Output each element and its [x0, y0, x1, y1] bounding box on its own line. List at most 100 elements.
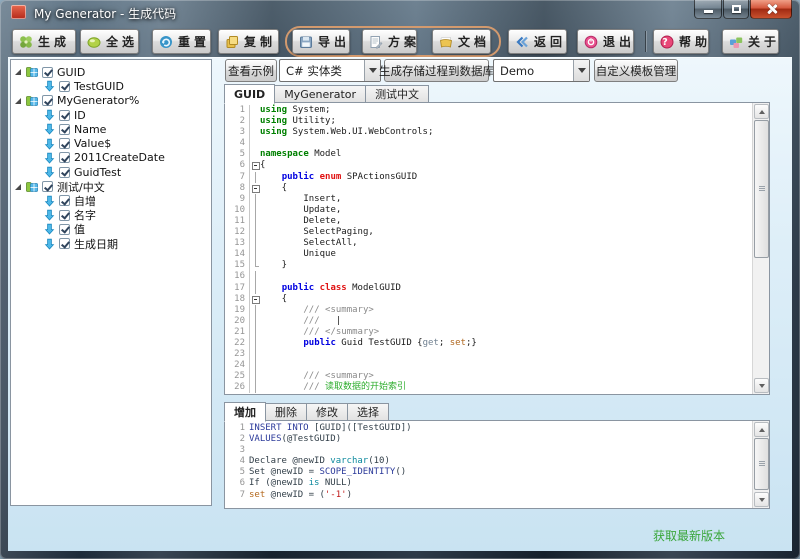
tree-item-field[interactable]: 名字 [11, 208, 211, 222]
tree-item-field[interactable]: 生成日期 [11, 237, 211, 251]
title-bar[interactable]: My Generator - 生成代码 [0, 0, 800, 26]
tab-main[interactable]: 测试中文 [365, 85, 429, 103]
scroll-down-button[interactable] [754, 378, 769, 393]
tree-item-label: GUID [57, 66, 85, 79]
minimize-button[interactable] [694, 0, 722, 19]
code-line: 9 Insert, [225, 194, 752, 205]
checkbox[interactable] [59, 81, 70, 92]
scrollbar-thumb[interactable] [754, 438, 769, 490]
code-editor-main[interactable]: 1using System;2using Utility;3using Syst… [224, 102, 770, 395]
tree-item-field[interactable]: GuidTest [11, 165, 211, 179]
checkbox[interactable] [59, 110, 70, 121]
exit-button[interactable]: 退出 [577, 29, 634, 54]
tree-item-table[interactable]: 测试/中文 [11, 179, 211, 193]
vertical-scrollbar[interactable] [752, 103, 769, 394]
code-line: 15 } [225, 260, 752, 271]
chevron-down-icon[interactable] [573, 60, 589, 81]
checkbox[interactable] [59, 152, 70, 163]
reset-icon [159, 35, 173, 49]
select-all-button[interactable]: 全选 [80, 29, 139, 54]
tree-item-table[interactable]: MyGenerator% [11, 94, 211, 108]
reset-button[interactable]: 重置 [152, 29, 211, 54]
fold-marker[interactable] [249, 183, 260, 194]
fold-marker [249, 194, 260, 205]
copy-button[interactable]: 复制 [218, 29, 279, 54]
scroll-up-button[interactable] [754, 104, 769, 119]
fold-marker [249, 249, 260, 260]
field-arrow-icon [44, 152, 55, 164]
checkbox[interactable] [59, 210, 70, 221]
chevron-down-icon[interactable] [364, 60, 380, 81]
tab-sql[interactable]: 删除 [266, 403, 306, 421]
fold-marker [249, 260, 260, 271]
back-button[interactable]: 返回 [508, 29, 567, 54]
template-manager-button[interactable]: 自定义模板管理 [594, 59, 678, 82]
tree-item-field[interactable]: Value$ [11, 136, 211, 150]
tab-sql[interactable]: 选择 [347, 403, 389, 421]
view-sample-button[interactable]: 查看示例 [225, 59, 277, 82]
checkbox[interactable] [59, 195, 70, 206]
scroll-up-button[interactable] [754, 422, 769, 437]
scroll-down-button[interactable] [754, 492, 769, 507]
checkbox[interactable] [59, 224, 70, 235]
maximize-button[interactable] [723, 0, 749, 19]
vertical-scrollbar[interactable] [752, 421, 769, 508]
tab-sql[interactable]: 修改 [306, 403, 347, 421]
table-icon [26, 95, 38, 107]
tree-item-field[interactable]: 自增 [11, 194, 211, 208]
code-line: 20 /// | [225, 316, 752, 327]
tree-item-field[interactable]: Name [11, 122, 211, 136]
expander-icon[interactable] [15, 98, 21, 104]
checkbox[interactable] [42, 67, 53, 78]
tree-item-field[interactable]: ID [11, 108, 211, 122]
checkbox[interactable] [59, 167, 70, 178]
scheme-button[interactable]: 方案 [362, 29, 417, 54]
fold-column [249, 105, 260, 116]
table-icon [26, 181, 38, 193]
checkbox[interactable] [59, 138, 70, 149]
tree-item-field[interactable]: 值 [11, 222, 211, 236]
code-editor-sql[interactable]: 1INSERT INTO [GUID]([TestGUID])2VALUES(@… [224, 420, 770, 509]
get-latest-version-link[interactable]: 获取最新版本 [653, 527, 725, 544]
fold-marker[interactable] [249, 294, 260, 305]
field-tree-panel[interactable]: GUIDTestGUIDMyGenerator%IDNameValue$2011… [10, 59, 212, 506]
expander-icon[interactable] [15, 69, 21, 75]
field-arrow-icon [44, 123, 55, 135]
code-line: 2using Utility; [225, 116, 752, 127]
expander-icon[interactable] [15, 184, 21, 190]
checkbox[interactable] [42, 95, 53, 106]
checkbox[interactable] [59, 238, 70, 249]
fold-marker [249, 283, 260, 294]
scrollbar-thumb[interactable] [754, 120, 769, 258]
document-book-icon [439, 35, 453, 49]
generate-sp-button[interactable]: 生成存储过程到数据库 [384, 59, 489, 82]
database-combobox[interactable]: Demo [493, 59, 590, 82]
export-floppy-icon [299, 35, 313, 49]
minimize-icon [704, 10, 713, 13]
tree-item-field[interactable]: 2011CreateDate [11, 151, 211, 165]
about-button[interactable]: 关于 [722, 29, 779, 54]
window-title: My Generator - 生成代码 [34, 5, 176, 22]
database-value: Demo [494, 64, 573, 78]
close-button[interactable] [750, 0, 792, 19]
tree-item-label: MyGenerator% [57, 94, 139, 107]
tree-item-label: 2011CreateDate [74, 151, 165, 164]
checkbox[interactable] [59, 124, 70, 135]
code-line: 1using System; [225, 105, 752, 116]
tab-main[interactable]: MyGenerator [275, 85, 365, 103]
template-type-combobox[interactable]: C# 实体类 [279, 59, 381, 82]
code-area[interactable]: 1INSERT INTO [GUID]([TestGUID])2VALUES(@… [225, 423, 752, 508]
generate-button[interactable]: 生成 [12, 29, 76, 54]
checkbox[interactable] [42, 181, 53, 192]
tab-main[interactable]: GUID [224, 84, 275, 104]
main-editor-tabs: GUIDMyGenerator测试中文 [224, 84, 429, 103]
export-button[interactable]: 导出 [292, 29, 350, 54]
tree-item-table[interactable]: GUID [11, 65, 211, 79]
code-line: 19 /// <summary> [225, 305, 752, 316]
fold-marker[interactable] [249, 160, 260, 171]
tab-sql[interactable]: 增加 [224, 402, 266, 422]
tree-item-field[interactable]: TestGUID [11, 79, 211, 93]
document-button[interactable]: 文档 [432, 29, 491, 54]
help-button[interactable]: ? 帮助 [653, 29, 709, 54]
code-area[interactable]: 1using System;2using Utility;3using Syst… [225, 105, 752, 394]
